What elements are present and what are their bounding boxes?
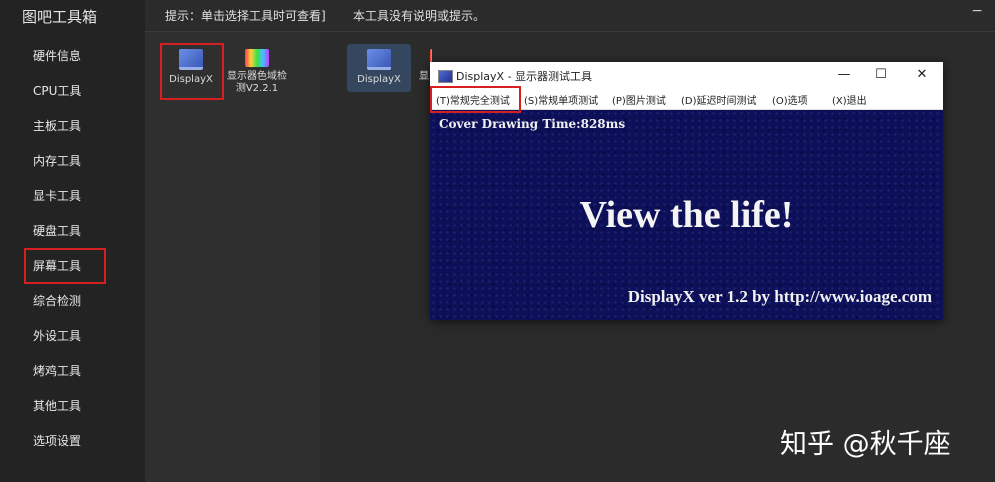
drawing-time-label: Cover Drawing Time:828ms: [439, 117, 626, 131]
sidebar-item-disk[interactable]: 硬盘工具: [0, 214, 145, 249]
close-button[interactable]: ✕: [906, 65, 938, 85]
sidebar-item-memory[interactable]: 内存工具: [0, 144, 145, 179]
menu-latency-test[interactable]: (D)延迟时间测试: [681, 92, 757, 107]
tool-label: 显示器色域检: [227, 71, 287, 82]
rainbow-icon: [245, 49, 269, 67]
minimize-button[interactable]: —: [828, 65, 860, 85]
sidebar-item-hardware-info[interactable]: 硬件信息: [0, 39, 145, 74]
menu-options[interactable]: (O)选项: [772, 92, 808, 107]
sidebar-item-cpu[interactable]: CPU工具: [0, 74, 145, 109]
full-test-highlight: [430, 86, 521, 113]
headline-text: View the life!: [579, 194, 794, 236]
sidebar-item-peripherals[interactable]: 外设工具: [0, 319, 145, 354]
test-canvas: Cover Drawing Time:828ms View the life! …: [430, 110, 943, 320]
tool-color-gamut[interactable]: 显示器色域检 测V2.2.1: [226, 49, 288, 95]
version-footer: DisplayX ver 1.2 by http://www.ioage.com: [627, 287, 932, 306]
sidebar-item-gpu[interactable]: 显卡工具: [0, 179, 145, 214]
window-title: DisplayX - 显示器测试工具: [456, 70, 593, 83]
sidebar-item-comprehensive[interactable]: 综合检测: [0, 284, 145, 319]
sidebar-item-stress-test[interactable]: 烤鸡工具: [0, 354, 145, 389]
screen-tools-highlight: [24, 248, 106, 284]
menu-image-test[interactable]: (P)图片测试: [612, 92, 666, 107]
collapse-icon[interactable]: −: [971, 3, 983, 19]
tool-label: 测V2.2.1: [235, 83, 279, 94]
hint-text-right: 本工具没有说明或提示。: [353, 9, 486, 23]
window-titlebar[interactable]: DisplayX - 显示器测试工具 — ☐ ✕: [430, 62, 943, 89]
displayx-highlight: [160, 43, 224, 100]
laptop-icon: [367, 49, 391, 70]
sidebar: 图吧工具箱 硬件信息 CPU工具 主板工具 内存工具 显卡工具 硬盘工具 屏幕工…: [0, 0, 145, 482]
sidebar-item-other[interactable]: 其他工具: [0, 389, 145, 424]
maximize-button[interactable]: ☐: [865, 65, 897, 85]
sidebar-item-settings[interactable]: 选项设置: [0, 424, 145, 459]
hint-text-left: 提示：单击选择工具时可查看]: [165, 9, 326, 23]
tool-label: DisplayX: [357, 74, 401, 85]
app-window-icon: [438, 70, 453, 83]
tool-displayx-selected[interactable]: DisplayX: [347, 44, 411, 92]
menu-exit[interactable]: (X)退出: [832, 92, 867, 107]
watermark: 知乎 @秋千座: [780, 429, 951, 460]
app-title: 图吧工具箱: [22, 8, 98, 26]
menu-single-test[interactable]: (S)常规单项测试: [524, 92, 598, 107]
sidebar-item-motherboard[interactable]: 主板工具: [0, 109, 145, 144]
